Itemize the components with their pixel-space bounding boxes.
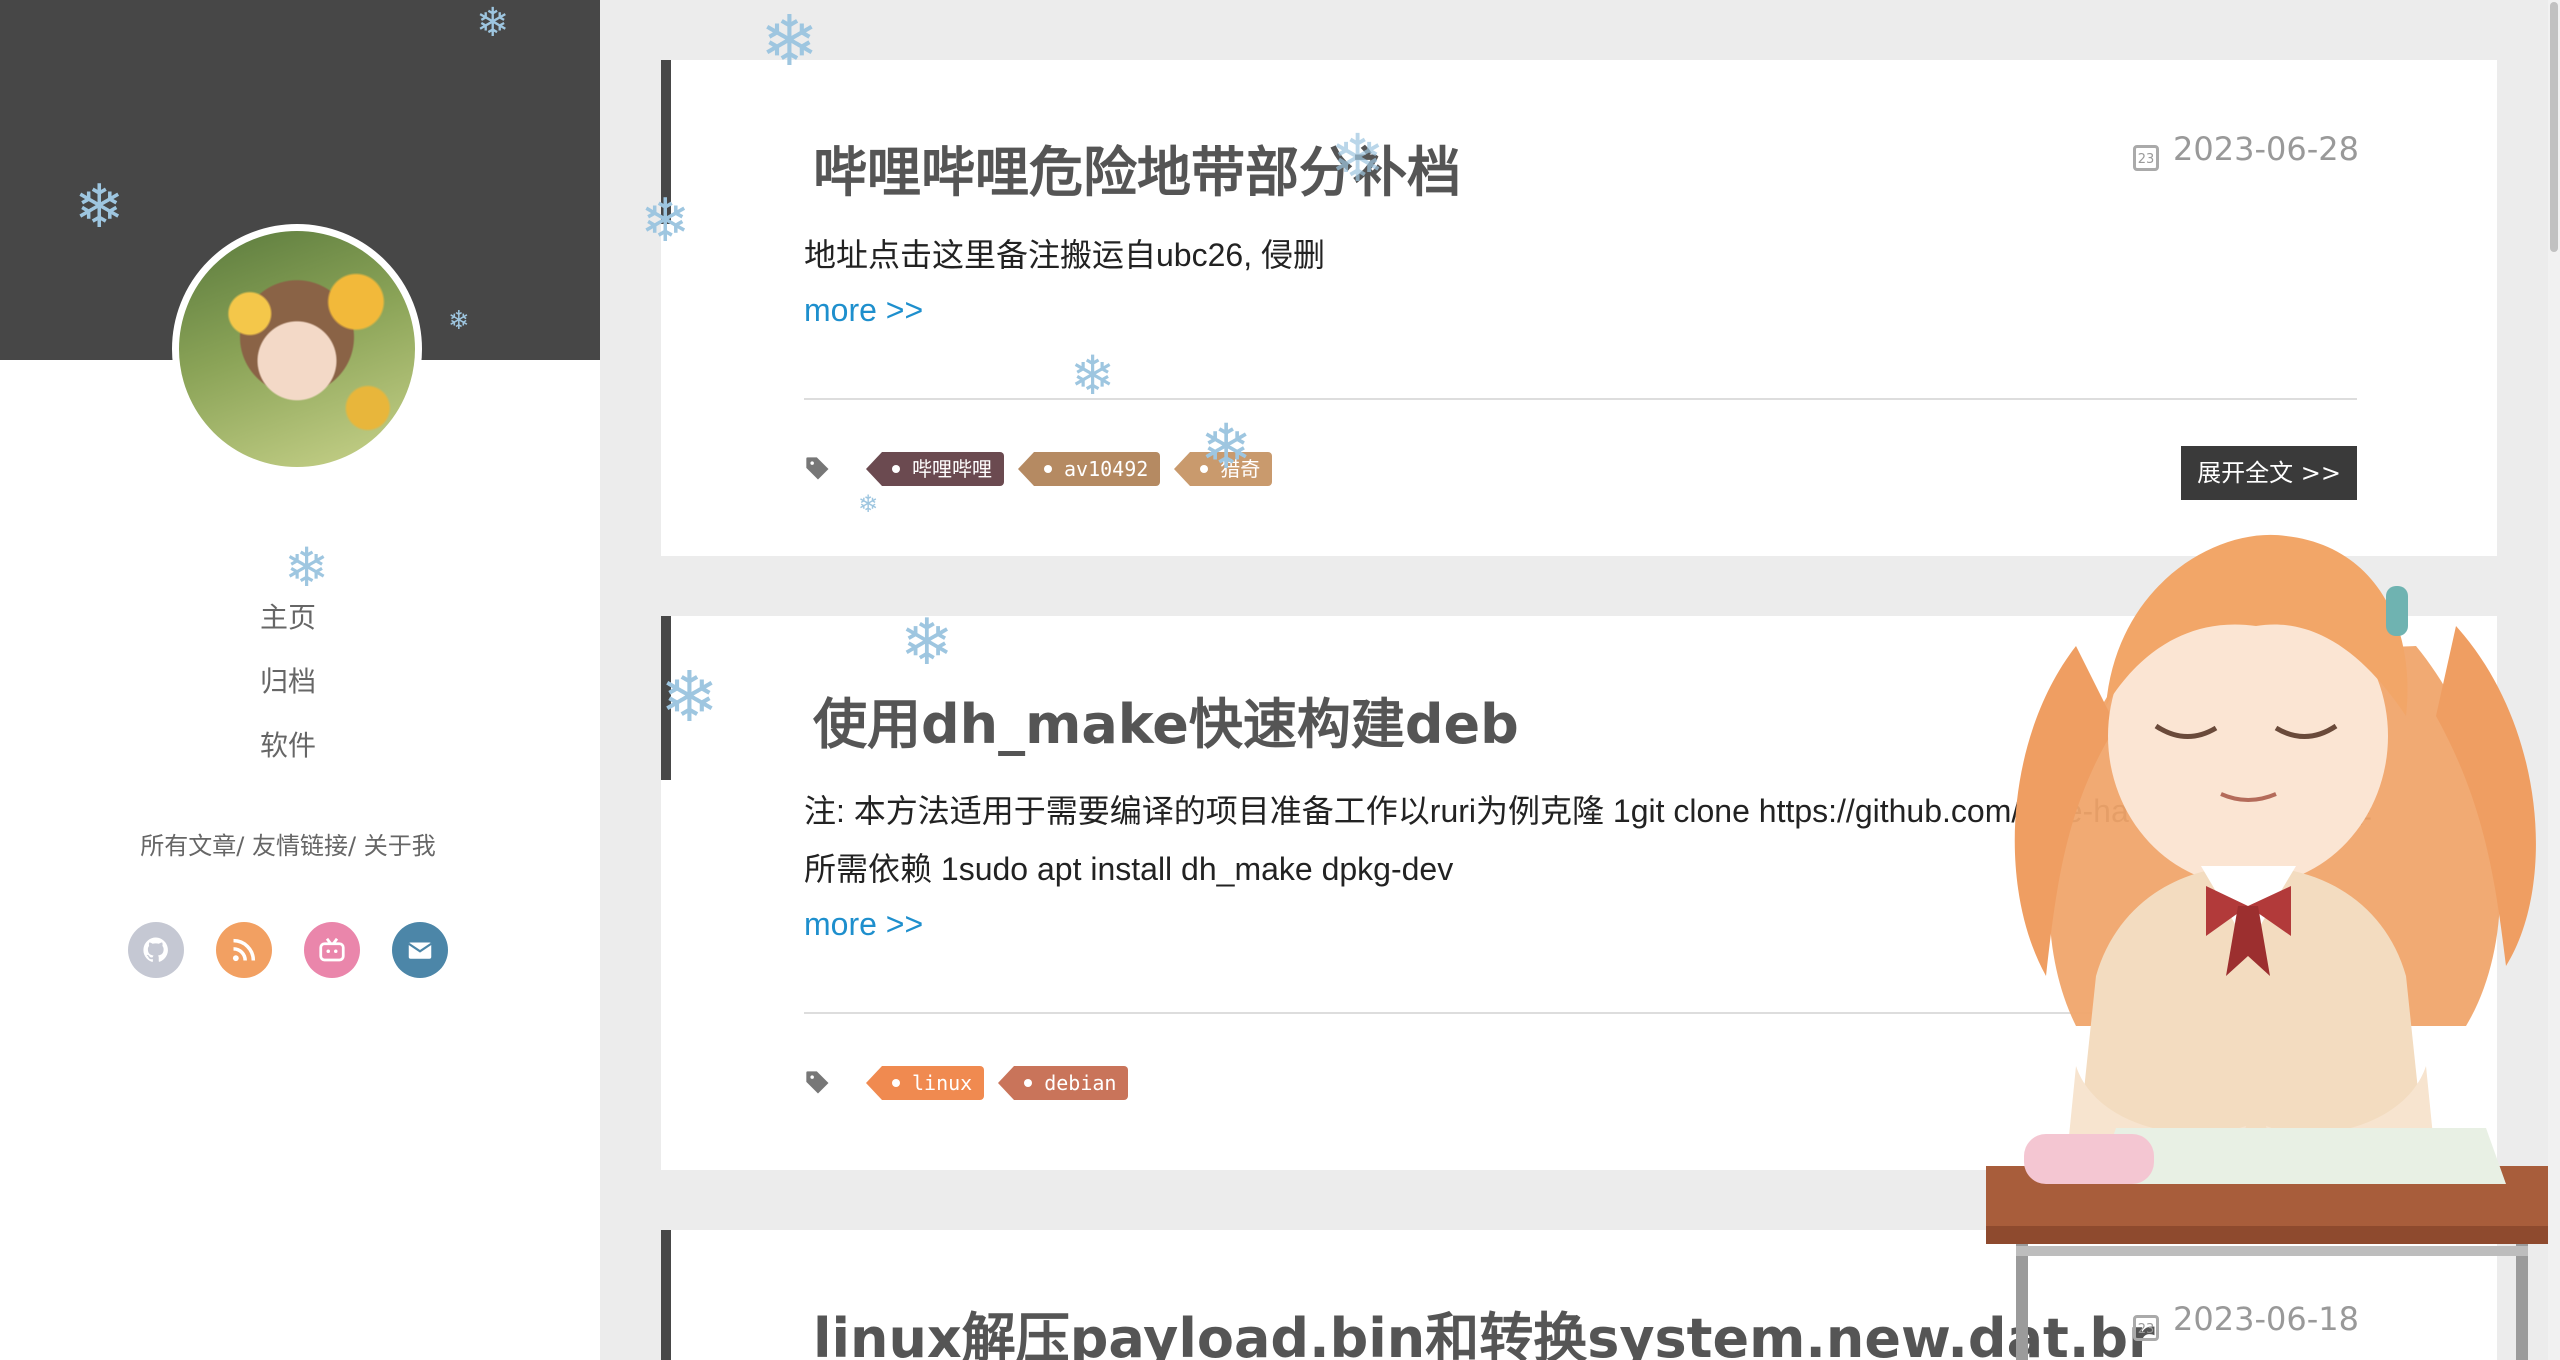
more-link[interactable]: more >> xyxy=(804,292,923,329)
avatar[interactable] xyxy=(172,224,422,474)
tag-icon xyxy=(804,1069,832,1097)
snowflake-icon: ❄ xyxy=(476,0,510,46)
expand-button[interactable]: 展开全文 >> xyxy=(2181,446,2357,500)
calendar-icon: 23 xyxy=(2133,145,2160,171)
post-date-text: 2023-06-28 xyxy=(2173,130,2359,168)
snowflake-icon: ❄ xyxy=(1200,410,1252,483)
snowflake-icon: ❄ xyxy=(1330,120,1386,197)
nav-item-archive[interactable]: 归档 xyxy=(0,650,576,714)
snowflake-icon: ❄ xyxy=(640,186,691,256)
post-date: 23 2023-06-18 xyxy=(2133,1300,2359,1341)
snowflake-icon: ❄ xyxy=(284,536,330,599)
post-divider xyxy=(804,398,2357,400)
snowflake-icon: ❄ xyxy=(858,490,879,518)
tag-list: linux debian xyxy=(804,1066,1129,1100)
post-divider xyxy=(804,1012,2357,1014)
snowflake-icon: ❄ xyxy=(760,0,819,82)
nav-item-software[interactable]: 软件 xyxy=(0,714,576,778)
post-date: 23 2023-06-28 xyxy=(2133,130,2359,171)
expand-button[interactable]: 展开全文 >> xyxy=(2181,1060,2357,1114)
tag[interactable]: linux xyxy=(865,1066,985,1100)
post-title[interactable]: linux解压payload.bin和转换system.new.dat.br xyxy=(813,1294,2155,1360)
mail-icon[interactable] xyxy=(392,922,448,978)
snowflake-icon: ❄ xyxy=(448,306,470,336)
snowflake-icon: ❄ xyxy=(660,656,719,738)
scrollbar-thumb[interactable] xyxy=(2550,2,2558,252)
post-card: 使用dh_make快速构建deb 23 2023-06-2? 注: 本方法适用于需… xyxy=(661,616,2497,1170)
post-excerpt: 注: 本方法适用于需要编译的项目准备工作以ruri为例克隆 1git clone… xyxy=(804,793,2373,887)
calendar-icon: 23 xyxy=(2133,1315,2160,1341)
post-accent-bar xyxy=(661,1230,671,1360)
post-date-text: 2023-06-18 xyxy=(2173,1300,2359,1338)
tag[interactable]: debian xyxy=(998,1066,1129,1100)
tag-icon xyxy=(804,455,832,483)
post-date: 23 2023-06-2? xyxy=(2136,686,2359,727)
bilibili-icon[interactable] xyxy=(304,922,360,978)
snowflake-icon: ❄ xyxy=(74,172,125,242)
calendar-icon: 23 xyxy=(2136,701,2163,727)
post-title[interactable]: 使用dh_make快速构建deb xyxy=(813,680,1519,759)
rss-icon[interactable] xyxy=(216,922,272,978)
tag[interactable]: av10492 xyxy=(1017,452,1161,486)
post-card: 哔哩哔哩危险地带部分补档 23 2023-06-28 地址点击这里备注搬运自ubc… xyxy=(661,60,2497,556)
social-links xyxy=(0,922,576,978)
snowflake-icon: ❄ xyxy=(1070,344,1116,407)
sidebar-links[interactable]: 所有文章/ 友情链接/ 关于我 xyxy=(0,826,576,861)
post-card: linux解压payload.bin和转换system.new.dat.br 2… xyxy=(661,1230,2497,1360)
post-excerpt: 地址点击这里备注搬运自ubc26, 侵删 xyxy=(804,237,1325,273)
snowflake-icon: ❄ xyxy=(900,606,954,680)
more-link[interactable]: more >> xyxy=(804,906,923,943)
tag[interactable]: 哔哩哔哩 xyxy=(866,452,1004,486)
post-date-text: 2023-06-2? xyxy=(2176,686,2359,724)
sidebar-nav: 主页 归档 软件 xyxy=(0,586,576,778)
github-icon[interactable] xyxy=(128,922,184,978)
scrollbar[interactable] xyxy=(2548,0,2560,1360)
